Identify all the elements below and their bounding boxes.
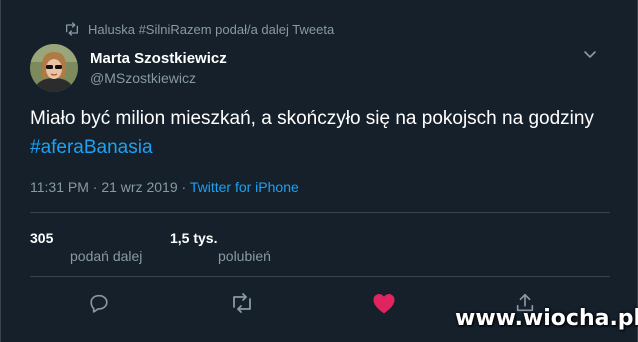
tweet-date[interactable]: 21 wrz 2019 [101, 179, 177, 195]
retweet-context-text: Haluska #SilniRazem podał/a dalej Tweeta [88, 21, 335, 37]
retweet-icon [64, 22, 80, 36]
likes-count[interactable]: 1,5 tys. [170, 230, 217, 246]
likes-label[interactable]: polubień [218, 248, 271, 264]
retweet-icon[interactable] [230, 292, 254, 316]
author-handle[interactable]: @MSzostkiewicz [90, 68, 227, 88]
author-name[interactable]: Marta Szostkiewicz [90, 50, 227, 68]
avatar[interactable] [30, 44, 78, 92]
tweet-text: Miało być milion mieszkań, a skończyło s… [30, 104, 610, 162]
timeline-border-left [0, 0, 1, 342]
retweets-label[interactable]: podań dalej [70, 248, 142, 264]
tweet-text-main: Miało być milion mieszkań, a skończyło s… [30, 108, 594, 129]
watermark: www.wiocha.pl [455, 306, 638, 331]
hashtag-link[interactable]: #aferaBanasia [30, 137, 153, 158]
chevron-down-icon[interactable] [582, 46, 598, 67]
meta-separator: · [88, 179, 102, 195]
tweet-source-link[interactable]: Twitter for iPhone [190, 179, 299, 195]
like-icon[interactable] [372, 292, 396, 316]
retweet-context[interactable]: Haluska #SilniRazem podał/a dalej Tweeta [64, 20, 334, 38]
retweets-count[interactable]: 305 [30, 230, 53, 246]
tweet-time[interactable]: 11:31 PM [30, 179, 89, 195]
reply-icon[interactable] [88, 292, 112, 316]
author-block[interactable]: Marta Szostkiewicz @MSzostkiewicz [90, 50, 227, 88]
tweet-detail: Haluska #SilniRazem podał/a dalej Tweeta… [0, 0, 638, 342]
tweet-meta: 11:31 PM · 21 wrz 2019 · Twitter for iPh… [30, 178, 299, 196]
divider [30, 276, 610, 277]
meta-separator: · [177, 179, 190, 195]
divider [30, 212, 610, 213]
